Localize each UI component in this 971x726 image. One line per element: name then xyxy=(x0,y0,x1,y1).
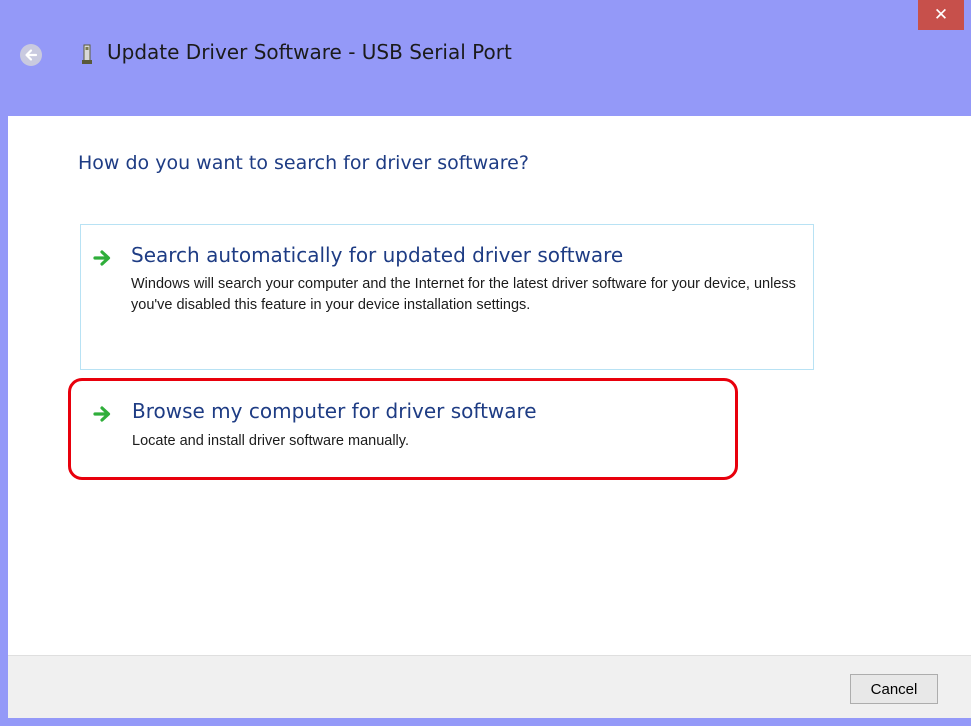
dialog-content: How do you want to search for driver sof… xyxy=(8,116,971,655)
option-description: Windows will search your computer and th… xyxy=(131,276,796,313)
green-arrow-icon xyxy=(93,250,111,266)
close-button[interactable]: ✕ xyxy=(918,0,964,30)
page-heading: How do you want to search for driver sof… xyxy=(78,152,529,174)
option-title: Browse my computer for driver software xyxy=(132,399,537,423)
search-automatically-option[interactable]: Search automatically for updated driver … xyxy=(80,224,814,370)
back-button[interactable] xyxy=(20,44,42,66)
close-icon: ✕ xyxy=(933,5,949,25)
option-title: Search automatically for updated driver … xyxy=(131,243,624,267)
back-arrow-icon xyxy=(25,49,38,61)
window-frame-bottom xyxy=(0,718,971,726)
dialog-window: ✕ Update Driver Software - USB Serial Po… xyxy=(0,0,971,726)
browse-computer-option[interactable]: Browse my computer for driver software L… xyxy=(68,378,738,480)
window-title: Update Driver Software - USB Serial Port xyxy=(107,40,512,64)
cancel-button[interactable]: Cancel xyxy=(850,674,938,704)
option-description: Locate and install driver software manua… xyxy=(132,433,409,449)
usb-device-icon xyxy=(82,44,92,64)
dialog-footer: Cancel xyxy=(8,655,971,718)
green-arrow-icon xyxy=(93,406,111,422)
